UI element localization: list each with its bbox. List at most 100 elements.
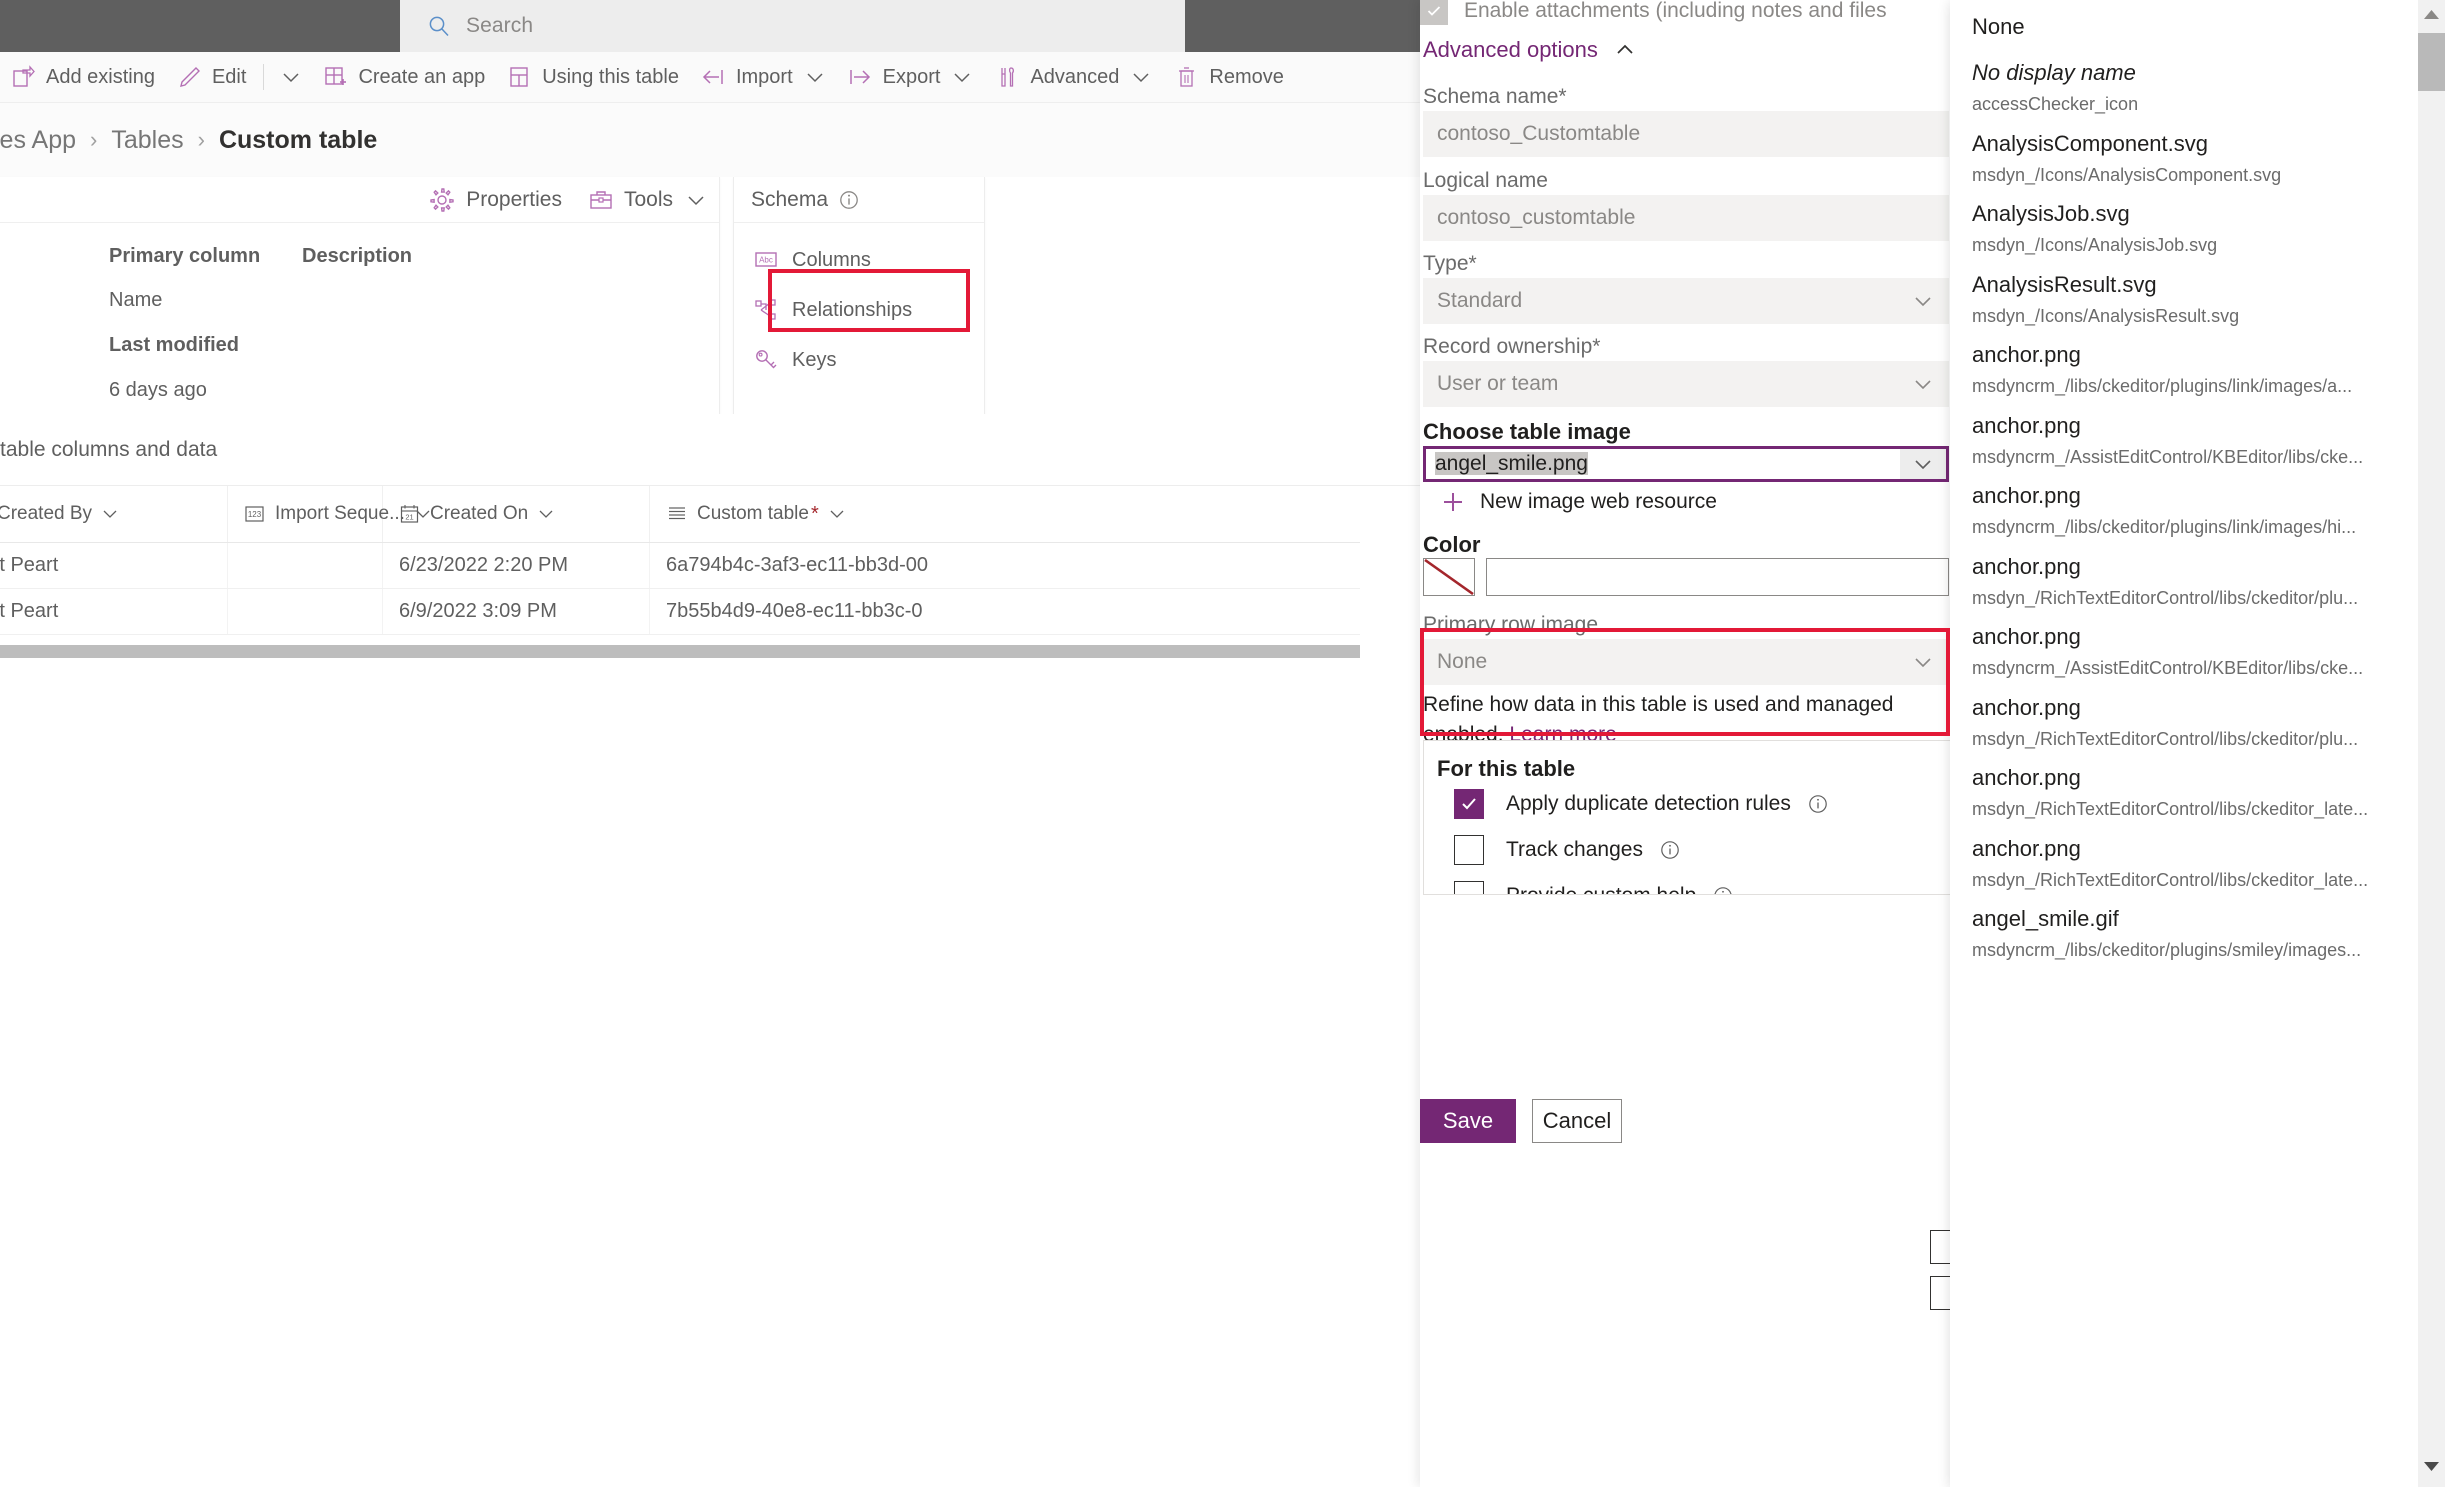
create-an-app-button[interactable]: Create an app <box>312 52 496 102</box>
dropdown-option[interactable]: anchor.png msdyncrm_/AssistEditControl/K… <box>1950 415 2363 467</box>
provide-custom-help-label: Provide custom help <box>1506 884 1696 894</box>
column-header-created-by[interactable]: Created By <box>0 486 228 542</box>
chevron-down-icon <box>685 189 707 211</box>
color-swatch-none[interactable] <box>1423 558 1475 596</box>
description-heading: Description <box>302 245 413 267</box>
cancel-button[interactable]: Cancel <box>1532 1099 1622 1143</box>
dropdown-option[interactable]: anchor.png msdyncrm_/libs/ckeditor/plugi… <box>1950 485 2356 537</box>
cell-import-sequence <box>228 543 383 588</box>
advanced-button[interactable]: Advanced <box>984 52 1163 102</box>
dropdown-option[interactable]: anchor.png msdyncrm_/libs/ckeditor/plugi… <box>1950 344 2352 396</box>
edit-button[interactable]: Edit <box>166 52 257 102</box>
schema-item-keys[interactable]: Keys <box>734 335 984 385</box>
chevron-down-icon[interactable] <box>101 505 119 523</box>
dropdown-option[interactable]: anchor.png msdyn_/RichTextEditorControl/… <box>1950 556 2358 608</box>
dropdown-option[interactable]: No display name accessChecker_icon <box>1950 62 2138 114</box>
column-header-label: Custom table <box>697 503 809 524</box>
logical-name-input[interactable]: contoso_customtable <box>1423 195 1949 241</box>
dropdown-option[interactable]: anchor.png msdyn_/RichTextEditorControl/… <box>1950 767 2368 819</box>
image-web-resource-dropdown: None No display name accessChecker_icon … <box>1950 0 2445 1487</box>
record-ownership-select[interactable]: User or team <box>1423 361 1949 407</box>
info-icon[interactable] <box>1807 793 1829 815</box>
column-header-import-sequence[interactable]: 123 Import Seque... <box>228 486 430 542</box>
text-lines-icon <box>666 503 688 525</box>
create-an-app-label: Create an app <box>358 66 486 88</box>
add-existing-button[interactable]: Add existing <box>0 52 166 102</box>
save-button[interactable]: Save <box>1420 1099 1516 1143</box>
scroll-down-arrow-icon[interactable] <box>2423 1459 2440 1477</box>
scrollbar-thumb[interactable] <box>0 645 1360 658</box>
grid-horizontal-scrollbar[interactable] <box>0 645 1360 658</box>
record-ownership-label: Record ownership* <box>1423 335 1601 358</box>
tools-button[interactable]: Tools <box>576 187 715 213</box>
required-asterisk: * <box>1592 335 1601 358</box>
properties-button[interactable]: Properties <box>415 187 576 213</box>
search-input[interactable]: Search <box>400 0 1185 52</box>
table-properties-form-panel: Enable attachments (including notes and … <box>1420 0 1950 1487</box>
toolbox-icon <box>588 187 614 213</box>
dropdown-option[interactable]: AnalysisComponent.svg msdyn_/Icons/Analy… <box>1950 133 2281 185</box>
apply-duplicate-detection-row[interactable]: Apply duplicate detection rules <box>1454 789 1829 819</box>
chevron-down-icon[interactable] <box>828 505 846 523</box>
primary-row-image-select[interactable]: None <box>1423 639 1949 685</box>
scrollbar-thumb[interactable] <box>2418 33 2445 91</box>
for-this-table-right-checkbox-1[interactable] <box>1930 1230 1952 1264</box>
import-button[interactable]: Import <box>690 52 837 102</box>
dropdown-scrollbar[interactable] <box>2418 0 2445 1487</box>
schema-name-label: Schema name* <box>1423 85 1567 108</box>
refine-description-text: Refine how data in this table is used an… <box>1423 693 1894 716</box>
dropdown-option[interactable]: anchor.png msdyn_/RichTextEditorControl/… <box>1950 838 2368 890</box>
record-ownership-value: User or team <box>1437 372 1559 395</box>
track-changes-checkbox[interactable] <box>1454 835 1484 865</box>
info-icon[interactable] <box>1712 885 1734 894</box>
column-header-custom-table[interactable]: Custom table * <box>650 486 1090 542</box>
color-value-input[interactable] <box>1486 558 1949 596</box>
apply-duplicate-detection-checkbox[interactable] <box>1454 789 1484 819</box>
track-changes-row[interactable]: Track changes <box>1454 835 1681 865</box>
enable-attachments-row[interactable]: Enable attachments (including notes and … <box>1420 0 1950 30</box>
choose-table-image-dropdown-button[interactable] <box>1900 449 1946 479</box>
provide-custom-help-checkbox[interactable] <box>1454 881 1484 894</box>
table-row[interactable]: Matt Peart 6/9/2022 3:09 PM 7b55b4d9-40e… <box>0 589 1360 635</box>
type-select[interactable]: Standard <box>1423 278 1949 324</box>
dropdown-option[interactable]: anchor.png msdyncrm_/AssistEditControl/K… <box>1950 626 2363 678</box>
apply-duplicate-detection-label: Apply duplicate detection rules <box>1506 792 1791 815</box>
for-this-table-right-checkbox-2[interactable] <box>1930 1276 1952 1310</box>
form-footer: Save Cancel <box>1420 1096 1950 1146</box>
cell-custom-table: 7b55b4d9-40e8-ec11-bb3c-0 <box>666 600 923 622</box>
description-block: Description <box>302 245 412 268</box>
advanced-options-toggle[interactable]: Advanced options <box>1423 37 1638 63</box>
schema-item-label: Relationships <box>792 298 913 321</box>
plus-icon <box>1440 489 1466 515</box>
schema-item-relationships[interactable]: Relationships <box>734 285 984 335</box>
edit-label: Edit <box>211 66 247 88</box>
using-this-table-button[interactable]: Using this table <box>496 52 690 102</box>
schema-item-columns[interactable]: Abc Columns <box>734 235 984 285</box>
schema-name-input[interactable]: contoso_Customtable <box>1423 111 1949 157</box>
scroll-up-arrow-icon[interactable] <box>2423 8 2440 26</box>
chevron-down-icon[interactable] <box>537 505 555 523</box>
breadcrumb-item-tables[interactable]: Tables <box>111 126 183 155</box>
table-row[interactable]: Matt Peart 6/23/2022 2:20 PM 6a794b4c-3a… <box>0 543 1360 589</box>
choose-table-image-combobox[interactable]: angel_smile.png <box>1423 446 1949 482</box>
info-icon[interactable] <box>838 189 860 211</box>
cell-created-on: 6/9/2022 3:09 PM <box>383 589 650 634</box>
choose-table-image-value: angel_smile.png <box>1435 452 1588 475</box>
breadcrumb-item-app[interactable]: les App <box>0 126 76 155</box>
last-modified-heading: Last modified <box>109 334 240 356</box>
edit-dropdown-button[interactable] <box>270 52 312 102</box>
export-button[interactable]: Export <box>837 52 985 102</box>
column-header-created-on[interactable]: 21 Created On <box>383 486 650 542</box>
advanced-options-label: Advanced options <box>1423 37 1598 62</box>
dropdown-option[interactable]: anchor.png msdyn_/RichTextEditorControl/… <box>1950 697 2358 749</box>
new-image-web-resource-button[interactable]: New image web resource <box>1440 489 1717 515</box>
cell-custom-table: 6a794b4c-3af3-ec11-bb3d-00 <box>666 554 929 576</box>
dropdown-option[interactable]: AnalysisJob.svg msdyn_/Icons/AnalysisJob… <box>1950 203 2217 255</box>
dropdown-option[interactable]: angel_smile.gif msdyncrm_/libs/ckeditor/… <box>1950 908 2361 960</box>
dropdown-option-none[interactable]: None <box>1950 16 2025 38</box>
dropdown-option[interactable]: AnalysisResult.svg msdyn_/Icons/Analysis… <box>1950 274 2239 326</box>
provide-custom-help-row[interactable]: Provide custom help <box>1454 881 1734 894</box>
remove-button[interactable]: Remove <box>1163 52 1294 102</box>
abc-columns-icon: Abc <box>754 248 778 272</box>
info-icon[interactable] <box>1659 839 1681 861</box>
